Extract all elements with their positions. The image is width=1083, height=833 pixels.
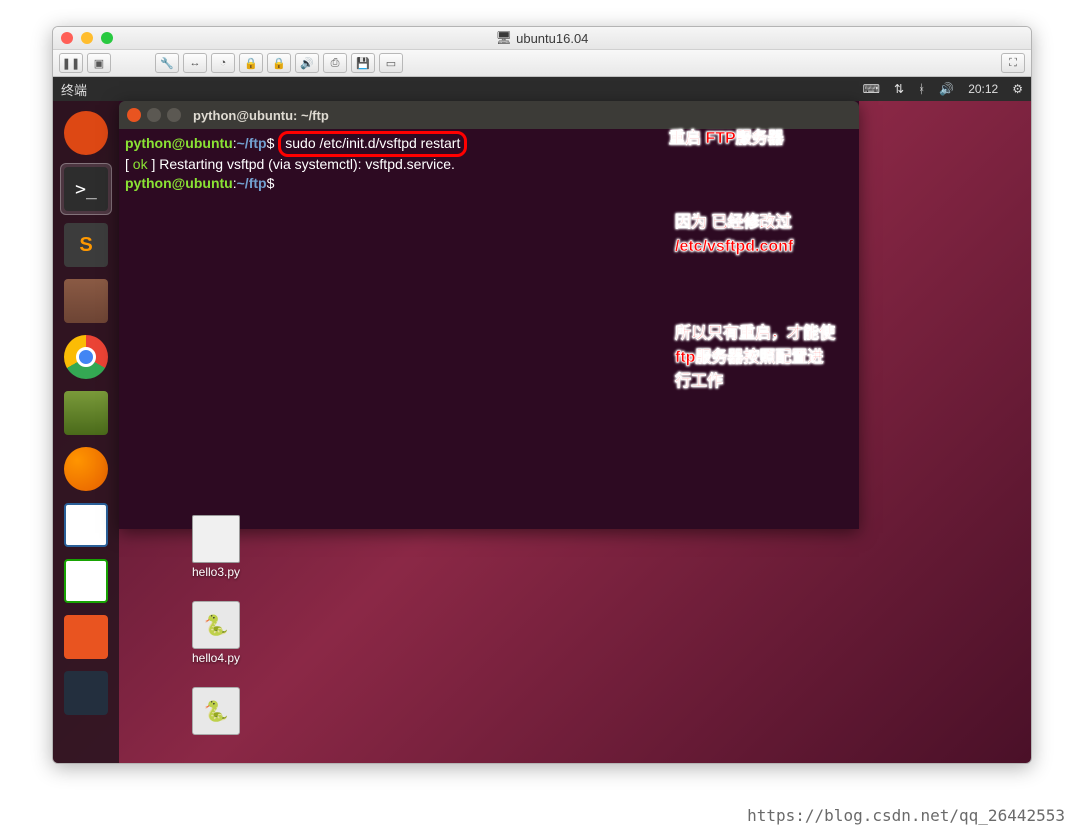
prompt-path: ~/ftp [237, 135, 267, 151]
status-ok: ok [133, 156, 148, 172]
python-icon: 🐍 [192, 687, 240, 735]
lock2-button[interactable]: 🔒 [267, 53, 291, 73]
floppy-button[interactable]: 💾 [351, 53, 375, 73]
launcher-terminal[interactable]: >_ [60, 163, 112, 215]
gnome-top-panel: 终端 ⌨ ⇅ ᚼ 🔊 20:12 ⚙ [53, 77, 1031, 101]
annotation-1: 重启 FTP服务器 [669, 127, 819, 151]
terminal-titlebar[interactable]: python@ubuntu: ~/ftp [119, 101, 859, 129]
fullscreen-button[interactable]: ⛶ [1001, 53, 1025, 73]
launcher-files[interactable] [60, 275, 112, 327]
unity-launcher: >_ S [53, 101, 119, 764]
launcher-chrome[interactable] [60, 331, 112, 383]
vm-icon: 🖥 [496, 30, 513, 46]
network-button[interactable]: ↔ [183, 53, 207, 73]
active-app-name: 终端 [61, 80, 87, 99]
python-icon: 🐍 [192, 601, 240, 649]
launcher-sublime[interactable]: S [60, 219, 112, 271]
annotation-2: 因为 已经修改过 /etc/vsftpd.conf [675, 211, 825, 259]
usb-button[interactable]: ⎙ [323, 53, 347, 73]
gear-icon[interactable]: ⚙ [1012, 82, 1023, 96]
file-icon [192, 515, 240, 563]
clock[interactable]: 20:12 [968, 82, 998, 96]
volume-icon[interactable]: 🔊 [939, 82, 954, 96]
launcher-firefox[interactable] [60, 443, 112, 495]
watermark: https://blog.csdn.net/qq_26442553 [747, 806, 1065, 825]
launcher-writer[interactable] [60, 499, 112, 551]
file-label: hello3.py [181, 565, 251, 579]
terminal-close-icon[interactable] [127, 108, 141, 122]
launcher-software[interactable] [60, 611, 112, 663]
close-icon[interactable] [61, 32, 73, 44]
dash-button[interactable] [60, 107, 112, 159]
prompt-user: python@ubuntu [125, 135, 233, 151]
annotation-3: 所以只有重启，才能使ftp服务器按照配置进行工作 [675, 322, 835, 394]
mac-titlebar: 🖥 ubuntu16.04 [53, 27, 1031, 49]
network-icon[interactable]: ⇅ [894, 82, 904, 96]
launcher-books[interactable] [60, 387, 112, 439]
terminal-line: python@ubuntu:~/ftp$ [125, 174, 853, 194]
disk-button[interactable]: ◔ [211, 53, 235, 73]
pause-button[interactable]: ❚❚ [59, 53, 83, 73]
display-button[interactable]: ▭ [379, 53, 403, 73]
lock1-button[interactable]: 🔒 [239, 53, 263, 73]
window-title-text: ubuntu16.04 [516, 31, 588, 46]
terminal-maximize-icon[interactable] [167, 108, 181, 122]
terminal-title: python@ubuntu: ~/ftp [193, 108, 329, 123]
window-title: 🖥 ubuntu16.04 [496, 30, 589, 46]
launcher-calc[interactable] [60, 555, 112, 607]
ubuntu-desktop: 终端 ⌨ ⇅ ᚼ 🔊 20:12 ⚙ >_ S [53, 77, 1031, 764]
desktop-file[interactable]: hello3.py [181, 515, 251, 579]
maximize-icon[interactable] [101, 32, 113, 44]
desktop-file[interactable]: 🐍 hello4.py [181, 601, 251, 665]
terminal-minimize-icon[interactable] [147, 108, 161, 122]
terminal-line: [ ok ] Restarting vsftpd (via systemctl)… [125, 155, 853, 175]
bluetooth-icon[interactable]: ᚼ [918, 82, 925, 96]
settings-button[interactable]: 🔧 [155, 53, 179, 73]
highlighted-command: sudo /etc/init.d/vsftpd restart [278, 131, 467, 157]
snapshot-button[interactable]: ▣ [87, 53, 111, 73]
file-label: hello4.py [181, 651, 251, 665]
sound-button[interactable]: 🔊 [295, 53, 319, 73]
vm-toolbar: ❚❚ ▣ 🔧 ↔ ◔ 🔒 🔒 🔊 ⎙ 💾 ▭ ⛶ [53, 49, 1031, 77]
minimize-icon[interactable] [81, 32, 93, 44]
desktop-file[interactable]: 🐍 [181, 687, 251, 737]
launcher-amazon[interactable] [60, 667, 112, 719]
keyboard-icon[interactable]: ⌨ [863, 82, 880, 96]
vm-host-window: 🖥 ubuntu16.04 ❚❚ ▣ 🔧 ↔ ◔ 🔒 🔒 🔊 ⎙ 💾 ▭ ⛶ 终… [52, 26, 1032, 764]
terminal-window: python@ubuntu: ~/ftp python@ubuntu:~/ftp… [119, 101, 859, 529]
